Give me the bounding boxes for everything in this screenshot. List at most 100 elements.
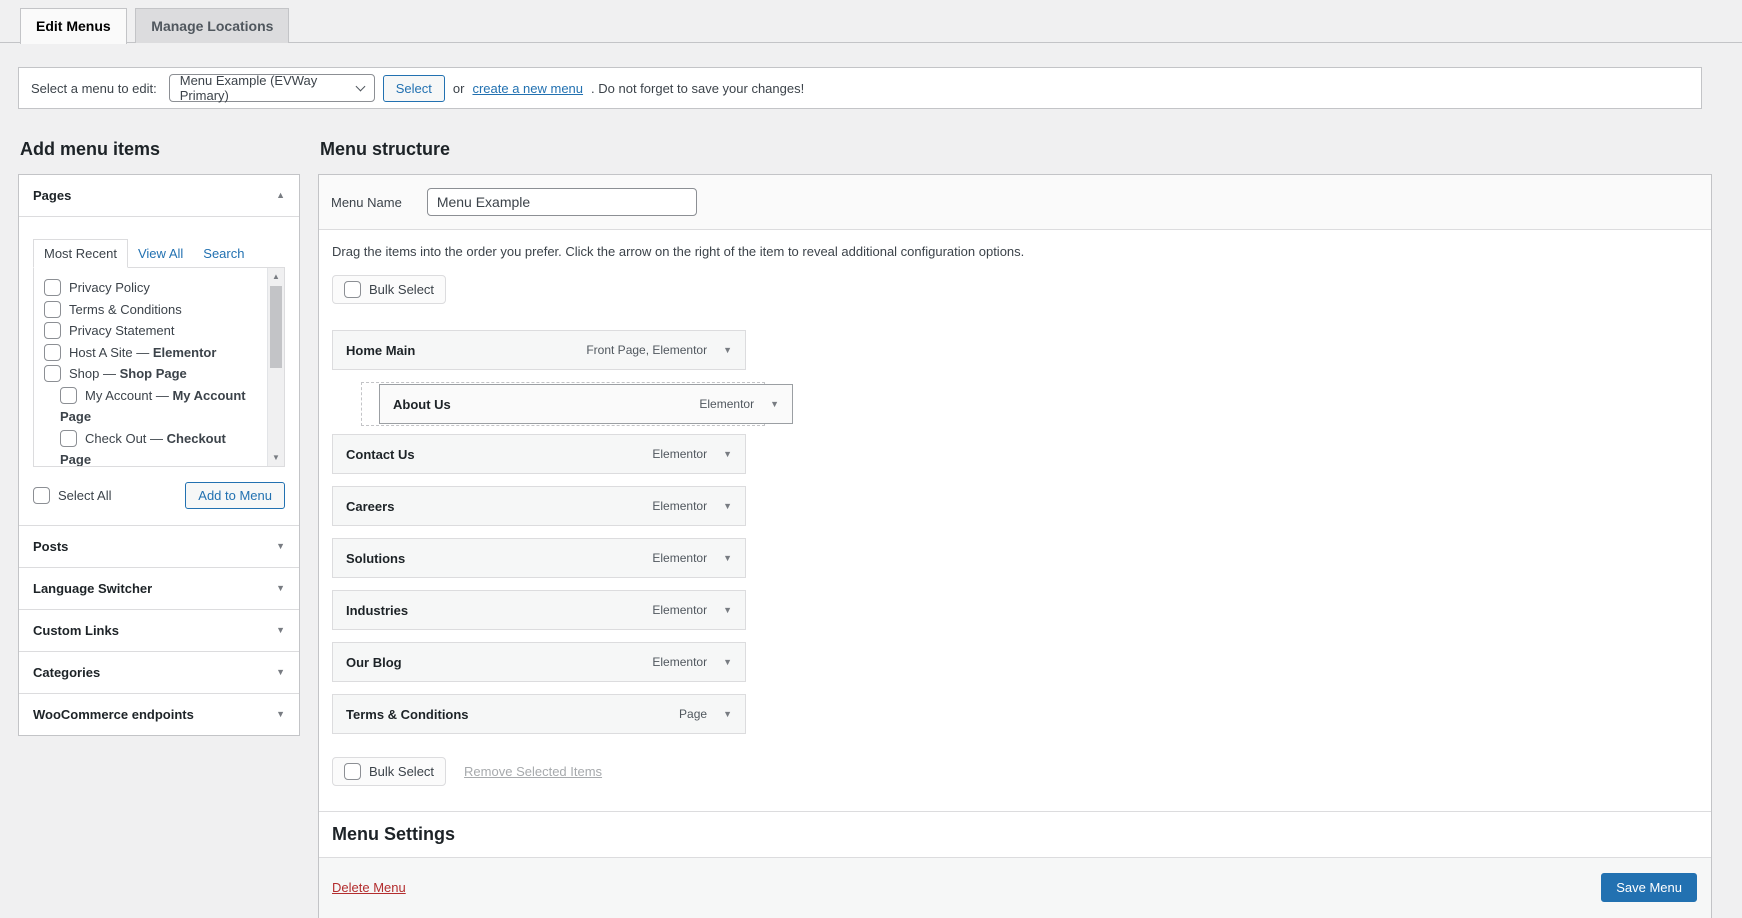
panel-label: Custom Links <box>33 623 119 638</box>
menu-name-input[interactable] <box>426 188 697 216</box>
scroll-up-icon[interactable]: ▲ <box>268 272 284 281</box>
page-checkbox[interactable] <box>44 343 61 361</box>
menu-select-dropdown[interactable]: Menu Example (EVWay Primary) <box>168 73 375 103</box>
tab-most-recent[interactable]: Most Recent <box>33 239 128 268</box>
sidebar-panel-categories[interactable]: Categories ▼ <box>19 651 299 693</box>
page-list-item: Privacy Statement <box>44 320 258 342</box>
item-type-label: Elementor <box>652 551 708 565</box>
expand-arrow-icon[interactable]: ▼ <box>276 542 285 551</box>
item-meta: Page ▼ <box>679 707 732 721</box>
item-meta: Elementor ▼ <box>652 499 732 513</box>
menu-structure-title: Menu structure <box>320 139 451 159</box>
tab-view-all[interactable]: View All <box>128 240 193 267</box>
item-options-arrow-icon[interactable]: ▼ <box>723 345 732 355</box>
item-options-arrow-icon[interactable]: ▼ <box>723 501 732 511</box>
bottom-actions-row: Bulk Select Remove Selected Items <box>332 757 1695 786</box>
drag-hint-text: Drag the items into the order you prefer… <box>332 244 1025 259</box>
pages-list-box: Privacy Policy Terms & Conditions Privacy … <box>33 267 285 467</box>
item-options-arrow-icon[interactable]: ▼ <box>723 449 732 459</box>
page-label: Privacy Statement <box>69 323 175 338</box>
expand-arrow-icon[interactable]: ▼ <box>276 626 285 635</box>
page-label: Host A Site — Elementor <box>69 344 217 360</box>
menu-item-label: Our Blog <box>346 654 402 670</box>
sidebar-panel-posts[interactable]: Posts ▼ <box>19 526 299 567</box>
or-text: or <box>452 80 465 96</box>
tab-search[interactable]: Search <box>193 240 254 267</box>
tab-manage-locations[interactable]: Manage Locations <box>135 8 290 43</box>
page-label: Check Out — Checkout Page <box>60 430 226 467</box>
select-all-label: Select All <box>58 488 112 503</box>
panel-label: WooCommerce endpoints <box>33 707 194 722</box>
add-to-menu-button[interactable]: Add to Menu <box>185 482 285 509</box>
menu-structure-body: Drag the items into the order you prefer… <box>319 230 1711 918</box>
add-menu-items-panel: Pages ▲ Most Recent View All Search Priv… <box>18 174 300 736</box>
bulk-select-label: Bulk Select <box>369 764 435 779</box>
menu-item[interactable]: Our Blog Elementor ▼ <box>332 642 746 682</box>
item-options-arrow-icon[interactable]: ▼ <box>723 657 732 667</box>
menu-item[interactable]: Careers Elementor ▼ <box>332 486 746 526</box>
menu-item-label: About Us <box>393 396 451 412</box>
tab-edit-menus[interactable]: Edit Menus <box>20 8 127 44</box>
bulk-select-checkbox[interactable] <box>344 763 361 780</box>
item-options-arrow-icon[interactable]: ▼ <box>723 709 732 719</box>
bulk-select-bottom[interactable]: Bulk Select <box>332 757 447 786</box>
menu-item[interactable]: Solutions Elementor ▼ <box>332 538 746 578</box>
menu-item-label: Careers <box>346 498 395 514</box>
item-meta: Elementor ▼ <box>699 397 779 411</box>
remove-selected-items-link[interactable]: Remove Selected Items <box>464 764 602 779</box>
page-list-item: Check Out — Checkout Page <box>44 428 258 467</box>
scroll-down-icon[interactable]: ▼ <box>268 453 284 462</box>
select-all-control[interactable]: Select All <box>33 487 111 504</box>
collapse-arrow-icon[interactable]: ▲ <box>276 191 285 200</box>
bulk-select-checkbox[interactable] <box>344 281 361 298</box>
menu-item-dragging[interactable]: About Us Elementor ▼ <box>379 384 793 424</box>
item-type-label: Elementor <box>652 499 708 513</box>
scrollbar[interactable]: ▲ ▼ <box>267 268 284 466</box>
item-meta: Front Page, Elementor ▼ <box>586 343 732 357</box>
menu-item-label: Terms & Conditions <box>346 706 469 722</box>
menu-item[interactable]: Contact Us Elementor ▼ <box>332 434 746 474</box>
save-menu-button[interactable]: Save Menu <box>1601 873 1697 902</box>
scrollbar-thumb[interactable] <box>270 286 282 368</box>
page-checkbox[interactable] <box>44 365 61 382</box>
page-checkbox[interactable] <box>44 322 61 339</box>
menu-item[interactable]: Industries Elementor ▼ <box>332 590 746 630</box>
item-options-arrow-icon[interactable]: ▼ <box>723 605 732 615</box>
menu-items-list: Home Main Front Page, Elementor ▼ About Us E… <box>332 330 793 734</box>
page-checkbox[interactable] <box>60 429 77 447</box>
panel-label: Categories <box>33 665 101 680</box>
page-checkbox[interactable] <box>44 279 61 296</box>
dragging-item-zone: About Us Elementor ▼ <box>332 382 793 426</box>
page-checkbox[interactable] <box>44 300 61 318</box>
expand-arrow-icon[interactable]: ▼ <box>276 584 285 593</box>
bulk-select-top[interactable]: Bulk Select <box>332 275 447 304</box>
page-label: My Account — My Account Page <box>60 387 246 425</box>
item-type-label: Elementor <box>652 655 708 669</box>
create-new-menu-link[interactable]: create a new menu <box>472 81 583 96</box>
save-reminder-text: . Do not forget to save your changes! <box>591 80 805 96</box>
page-list-item: Host A Site — Elementor <box>44 342 258 364</box>
panel-label: Posts <box>33 539 69 554</box>
expand-arrow-icon[interactable]: ▼ <box>276 710 285 719</box>
nav-tab-bar: Edit Menus Manage Locations <box>0 0 1742 44</box>
menu-item-label: Solutions <box>346 550 406 566</box>
menu-item[interactable]: Home Main Front Page, Elementor ▼ <box>332 330 746 370</box>
menu-item-label: Contact Us <box>346 446 415 462</box>
page-checkbox[interactable] <box>60 386 77 404</box>
item-options-arrow-icon[interactable]: ▼ <box>770 399 779 409</box>
delete-menu-link[interactable]: Delete Menu <box>332 880 406 895</box>
menu-name-label: Menu Name <box>331 194 402 210</box>
expand-arrow-icon[interactable]: ▼ <box>276 668 285 677</box>
sidebar-panel-woocommerce-endpoints[interactable]: WooCommerce endpoints ▼ <box>19 693 299 735</box>
sidebar-panel-custom-links[interactable]: Custom Links ▼ <box>19 609 299 651</box>
select-all-checkbox[interactable] <box>33 487 50 504</box>
select-button[interactable]: Select <box>382 74 445 102</box>
pages-panel-header[interactable]: Pages ▲ <box>19 175 299 217</box>
item-options-arrow-icon[interactable]: ▼ <box>723 553 732 563</box>
bulk-select-label: Bulk Select <box>369 282 435 297</box>
item-type-label: Elementor <box>699 397 755 411</box>
select-menu-label: Select a menu to edit: <box>31 80 157 96</box>
menu-item[interactable]: Terms & Conditions Page ▼ <box>332 694 746 734</box>
pages-tabs: Most Recent View All Search <box>33 239 285 268</box>
sidebar-panel-language-switcher[interactable]: Language Switcher ▼ <box>19 567 299 609</box>
